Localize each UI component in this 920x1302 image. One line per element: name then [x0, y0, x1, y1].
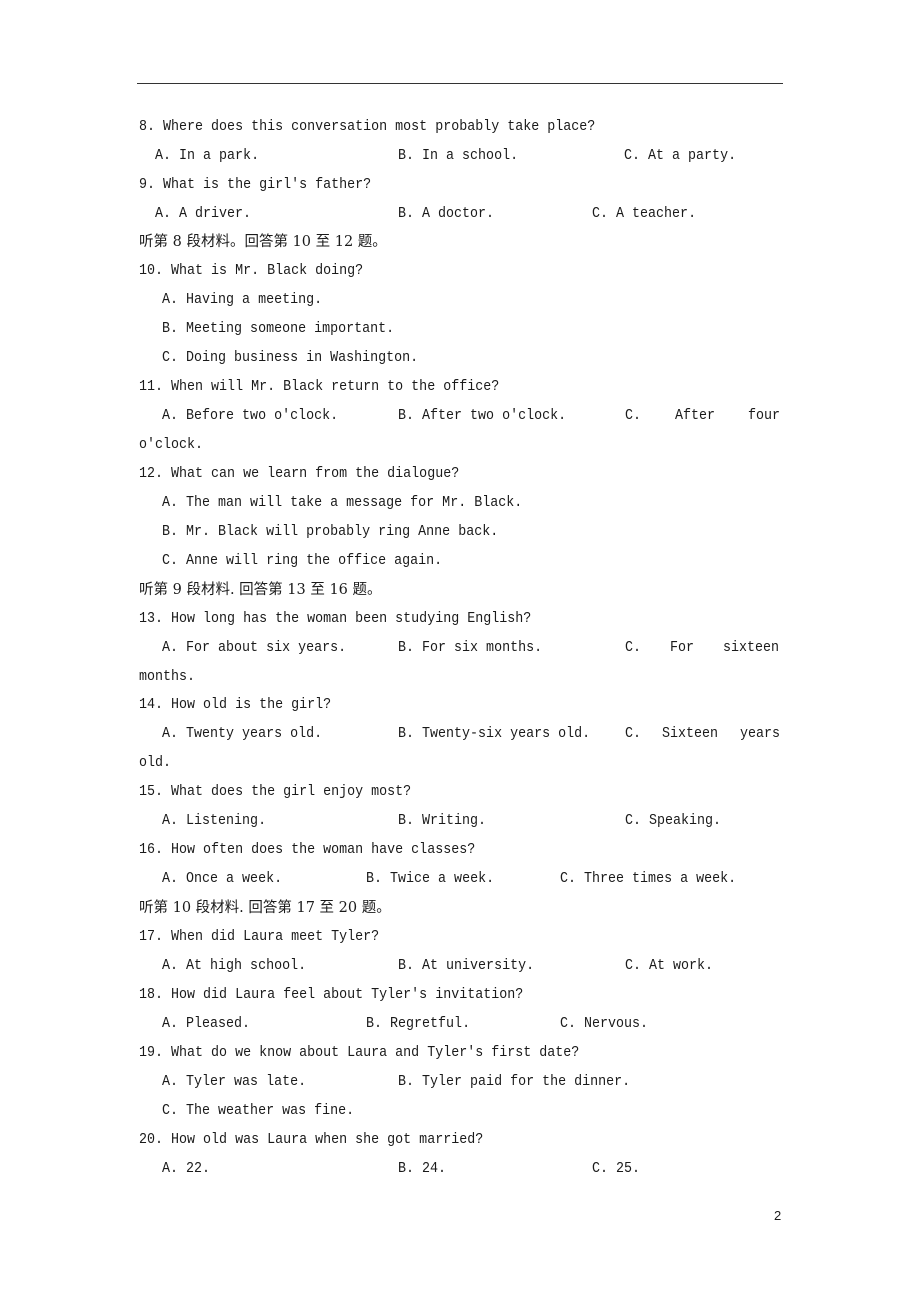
q19-option-c: C. The weather was fine. [162, 1103, 355, 1119]
q14-option-b: B. Twenty-six years old. [398, 726, 591, 742]
q9-option-a: A. A driver. [155, 206, 252, 222]
question-15: 15. What does the girl enjoy most? [139, 784, 412, 800]
q19-option-b: B. Tyler paid for the dinner. [398, 1074, 631, 1090]
q11-option-a: A. Before two o'clock. [162, 408, 339, 424]
question-18: 18. How did Laura feel about Tyler's inv… [139, 987, 524, 1003]
q11-option-c-label: C. [625, 408, 642, 424]
q18-option-b: B. Regretful. [366, 1016, 471, 1032]
page-number: 2 [774, 1208, 782, 1223]
q12-option-a: A. The man will take a message for Mr. B… [162, 495, 523, 511]
q15-option-b: B. Writing. [398, 813, 487, 829]
q9-option-c: C. A teacher. [592, 206, 697, 222]
q9-option-b: B. A doctor. [398, 206, 495, 222]
q11-option-c-word2: four [748, 408, 781, 424]
q18-option-a: A. Pleased. [162, 1016, 251, 1032]
q15-option-a: A. Listening. [162, 813, 267, 829]
question-12: 12. What can we learn from the dialogue? [139, 466, 460, 482]
question-10: 10. What is Mr. Black doing? [139, 263, 364, 279]
q18-option-c: C. Nervous. [560, 1016, 649, 1032]
q16-option-c: C. Three times a week. [560, 871, 737, 887]
q17-option-c: C. At work. [625, 958, 714, 974]
q14-option-c-word2: years [740, 726, 781, 742]
q16-option-a: A. Once a week. [162, 871, 283, 887]
section-header-9: 听第 9 段材料. 回答第 13 至 16 题。 [139, 582, 382, 598]
question-20: 20. How old was Laura when she got marri… [139, 1132, 484, 1148]
q14-option-c-word1: Sixteen [662, 726, 719, 742]
q15-option-c: C. Speaking. [625, 813, 722, 829]
q13-option-c-word1: For [670, 640, 695, 656]
q10-option-c: C. Doing business in Washington. [162, 350, 419, 366]
section-header-10: 听第 10 段材料. 回答第 17 至 20 题。 [139, 900, 391, 916]
q17-option-a: A. At high school. [162, 958, 307, 974]
q11-option-c-continued: o'clock. [139, 437, 204, 453]
question-11: 11. When will Mr. Black return to the of… [139, 379, 500, 395]
q13-option-c-word2: sixteen [723, 640, 780, 656]
question-8: 8. Where does this conversation most pro… [139, 119, 596, 135]
question-14: 14. How old is the girl? [139, 697, 332, 713]
q12-option-b: B. Mr. Black will probably ring Anne bac… [162, 524, 499, 540]
q8-option-a: A. In a park. [155, 148, 260, 164]
q14-option-a: A. Twenty years old. [162, 726, 323, 742]
q12-option-c: C. Anne will ring the office again. [162, 553, 443, 569]
header-rule [137, 83, 783, 84]
question-13: 13. How long has the woman been studying… [139, 611, 532, 627]
q17-option-b: B. At university. [398, 958, 535, 974]
section-header-8: 听第 8 段材料。回答第 10 至 12 题。 [139, 234, 387, 250]
q8-option-b: B. In a school. [398, 148, 519, 164]
q13-option-a: A. For about six years. [162, 640, 347, 656]
q13-option-c-continued: months. [139, 669, 196, 685]
q14-option-c-continued: old. [139, 755, 172, 771]
q16-option-b: B. Twice a week. [366, 871, 495, 887]
q20-option-c: C. 25. [592, 1161, 641, 1177]
question-17: 17. When did Laura meet Tyler? [139, 929, 380, 945]
q20-option-b: B. 24. [398, 1161, 447, 1177]
question-9: 9. What is the girl's father? [139, 177, 372, 193]
q11-option-c-word1: After [675, 408, 716, 424]
q19-option-a: A. Tyler was late. [162, 1074, 307, 1090]
question-19: 19. What do we know about Laura and Tyle… [139, 1045, 580, 1061]
q20-option-a: A. 22. [162, 1161, 211, 1177]
q11-option-b: B. After two o'clock. [398, 408, 567, 424]
q13-option-c-label: C. [625, 640, 642, 656]
q14-option-c-label: C. [625, 726, 642, 742]
q13-option-b: B. For six months. [398, 640, 543, 656]
q10-option-b: B. Meeting someone important. [162, 321, 395, 337]
q8-option-c: C. At a party. [624, 148, 737, 164]
question-16: 16. How often does the woman have classe… [139, 842, 476, 858]
q10-option-a: A. Having a meeting. [162, 292, 323, 308]
